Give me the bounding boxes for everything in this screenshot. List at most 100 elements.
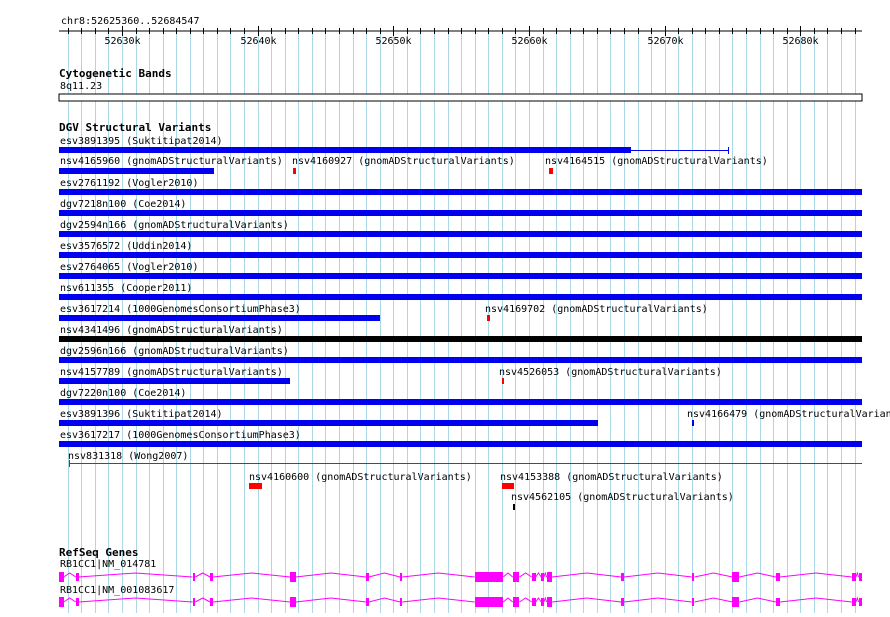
exon[interactable] <box>193 598 195 606</box>
dgv-feature[interactable]: nsv4157789 (gnomADStructuralVariants) <box>59 367 290 384</box>
dgv-feature-bar[interactable] <box>487 315 490 321</box>
dgv-feature[interactable]: nsv4341496 (gnomADStructuralVariants) <box>59 325 862 342</box>
dgv-feature[interactable]: esv2761192 (Vogler2010) <box>59 178 862 195</box>
dgv-feature[interactable]: dgv7218n100 (Coe2014) <box>59 199 862 216</box>
transcript-label[interactable]: RB1CC1|NM_001083617 <box>60 585 174 596</box>
dgv-feature[interactable]: nsv4165960 (gnomADStructuralVariants) <box>59 156 283 174</box>
dgv-feature-label[interactable]: nsv611355 (Cooper2011) <box>60 283 192 294</box>
dgv-feature[interactable]: esv3576572 (Uddin2014) <box>59 241 862 258</box>
exon[interactable] <box>513 572 519 582</box>
dgv-feature[interactable]: nsv4153388 (gnomADStructuralVariants) <box>500 472 723 489</box>
dgv-feature-label[interactable]: nsv4160927 (gnomADStructuralVariants) <box>292 156 515 167</box>
exon[interactable] <box>852 573 856 581</box>
dgv-feature-label[interactable]: esv3617214 (1000GenomesConsortiumPhase3) <box>60 304 301 315</box>
dgv-feature[interactable]: nsv4169702 (gnomADStructuralVariants) <box>485 304 708 321</box>
exon[interactable] <box>400 573 402 581</box>
dgv-feature-bar[interactable] <box>59 210 862 216</box>
exon[interactable] <box>532 573 536 581</box>
exon[interactable] <box>621 598 624 606</box>
dgv-feature[interactable]: nsv831318 (Wong2007) <box>68 451 862 467</box>
exon[interactable] <box>475 597 503 607</box>
transcript[interactable]: RB1CC1|NM_001083617 <box>59 585 862 607</box>
dgv-feature-bar[interactable] <box>59 336 862 342</box>
dgv-feature[interactable]: nsv4160600 (gnomADStructuralVariants) <box>249 472 472 489</box>
dgv-feature-label[interactable]: nsv4169702 (gnomADStructuralVariants) <box>485 304 708 315</box>
dgv-feature-bar[interactable] <box>59 147 631 153</box>
transcript[interactable]: RB1CC1|NM_014781 <box>59 559 862 582</box>
exon[interactable] <box>290 597 296 607</box>
dgv-feature-bar[interactable] <box>692 420 694 426</box>
exon[interactable] <box>541 598 544 606</box>
exon[interactable] <box>210 573 213 581</box>
dgv-feature-label[interactable]: esv3617217 (1000GenomesConsortiumPhase3) <box>60 430 301 441</box>
dgv-feature-label[interactable]: dgv2594n166 (gnomADStructuralVariants) <box>60 220 289 231</box>
dgv-feature-bar[interactable] <box>59 420 598 426</box>
exon[interactable] <box>475 572 503 582</box>
dgv-feature-label[interactable]: nsv4341496 (gnomADStructuralVariants) <box>60 325 283 336</box>
dgv-feature-bar[interactable] <box>502 378 504 384</box>
dgv-feature-label[interactable]: esv3891395 (Suktitipat2014) <box>60 136 223 147</box>
dgv-feature-bar[interactable] <box>293 168 296 174</box>
exon[interactable] <box>210 598 213 606</box>
dgv-feature-label[interactable]: nsv4160600 (gnomADStructuralVariants) <box>249 472 472 483</box>
dgv-feature[interactable]: esv3617217 (1000GenomesConsortiumPhase3) <box>59 430 862 447</box>
dgv-feature-label[interactable]: esv2764065 (Vogler2010) <box>60 262 198 273</box>
dgv-feature-label[interactable]: nsv4166479 (gnomADStructuralVariants) <box>687 409 890 420</box>
exon[interactable] <box>692 573 694 581</box>
dgv-feature-label[interactable]: nsv4526053 (gnomADStructuralVariants) <box>499 367 722 378</box>
dgv-feature-bar[interactable] <box>59 378 290 384</box>
dgv-feature-bar[interactable] <box>549 168 553 174</box>
exon[interactable] <box>366 598 369 606</box>
dgv-feature[interactable]: dgv7220n100 (Coe2014) <box>59 388 862 405</box>
dgv-feature-label[interactable]: nsv4165960 (gnomADStructuralVariants) <box>60 156 283 167</box>
exon[interactable] <box>400 598 402 606</box>
exon[interactable] <box>76 598 79 606</box>
exon[interactable] <box>621 573 624 581</box>
exon[interactable] <box>732 597 739 607</box>
exon[interactable] <box>859 573 862 581</box>
exon[interactable] <box>541 573 544 581</box>
dgv-feature-label[interactable]: nsv831318 (Wong2007) <box>68 451 188 462</box>
exon[interactable] <box>193 573 195 581</box>
dgv-feature-label[interactable]: dgv7218n100 (Coe2014) <box>60 199 186 210</box>
dgv-feature-label[interactable]: nsv4153388 (gnomADStructuralVariants) <box>500 472 723 483</box>
dgv-feature[interactable]: nsv4166479 (gnomADStructuralVariants) <box>687 409 890 426</box>
dgv-feature-bar[interactable] <box>59 315 380 321</box>
dgv-feature[interactable]: esv3617214 (1000GenomesConsortiumPhase3) <box>59 304 380 321</box>
dgv-feature-label[interactable]: esv3891396 (Suktitipat2014) <box>60 409 223 420</box>
dgv-feature[interactable]: esv2764065 (Vogler2010) <box>59 262 862 279</box>
dgv-feature-bar[interactable] <box>59 231 862 237</box>
exon[interactable] <box>732 572 739 582</box>
exon[interactable] <box>59 597 64 607</box>
dgv-feature-label[interactable]: nsv4164515 (gnomADStructuralVariants) <box>545 156 768 167</box>
exon[interactable] <box>59 572 64 582</box>
genome-browser-view[interactable]: chr8:52625360..52684547 52630k 52640k 5265… <box>0 0 890 613</box>
exon[interactable] <box>776 598 780 606</box>
exon[interactable] <box>852 598 856 606</box>
exon[interactable] <box>859 598 862 606</box>
exon[interactable] <box>692 598 694 606</box>
exon[interactable] <box>76 573 79 581</box>
dgv-feature[interactable]: nsv611355 (Cooper2011) <box>59 283 862 300</box>
dgv-feature[interactable]: dgv2596n166 (gnomADStructuralVariants) <box>59 346 862 363</box>
dgv-feature-bar[interactable] <box>59 357 862 363</box>
dgv-feature-label[interactable]: nsv4562105 (gnomADStructuralVariants) <box>511 492 734 503</box>
exon[interactable] <box>532 598 536 606</box>
dgv-feature[interactable]: nsv4164515 (gnomADStructuralVariants) <box>545 156 768 174</box>
cytoband-label[interactable]: 8q11.23 <box>60 81 102 92</box>
dgv-feature-label[interactable]: esv2761192 (Vogler2010) <box>60 178 198 189</box>
dgv-feature[interactable]: nsv4562105 (gnomADStructuralVariants) <box>511 492 734 510</box>
transcript-label[interactable]: RB1CC1|NM_014781 <box>60 559 156 570</box>
dgv-feature-bar[interactable] <box>249 483 262 489</box>
dgv-feature-label[interactable]: esv3576572 (Uddin2014) <box>60 241 192 252</box>
dgv-feature-label[interactable]: nsv4157789 (gnomADStructuralVariants) <box>60 367 283 378</box>
dgv-feature[interactable]: dgv2594n166 (gnomADStructuralVariants) <box>59 220 862 237</box>
dgv-feature-label[interactable]: dgv7220n100 (Coe2014) <box>60 388 186 399</box>
dgv-feature-bar[interactable] <box>59 441 862 447</box>
track-canvas[interactable]: chr8:52625360..52684547 52630k 52640k 5265… <box>0 0 890 613</box>
dgv-feature-bar[interactable] <box>59 294 862 300</box>
exon[interactable] <box>776 573 780 581</box>
exon[interactable] <box>513 597 519 607</box>
dgv-feature-label[interactable]: dgv2596n166 (gnomADStructuralVariants) <box>60 346 289 357</box>
exon[interactable] <box>547 597 552 607</box>
